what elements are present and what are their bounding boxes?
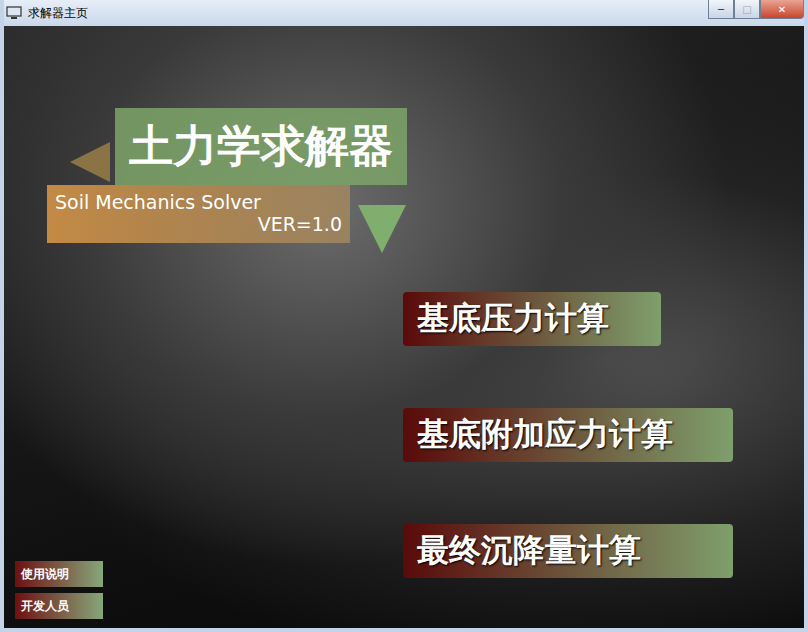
window-controls: ─□✕ xyxy=(708,0,804,19)
title-bar: 求解器主页 ─□✕ xyxy=(4,0,804,26)
menu-button[interactable]: 最终沉降量计算 xyxy=(403,524,733,578)
app-subtitle: Soil Mechanics Solver xyxy=(55,191,342,213)
menu: 基底压力计算基底附加应力计算最终沉降量计算 xyxy=(403,292,733,628)
computer-icon xyxy=(6,6,22,20)
footer-button[interactable]: 使用说明 xyxy=(15,561,103,587)
minimize-button[interactable]: ─ xyxy=(708,0,734,19)
close-button[interactable]: ✕ xyxy=(760,0,804,19)
triangle-icon xyxy=(358,205,406,253)
subtitle-box: Soil Mechanics SolverVER=1.0 xyxy=(47,185,350,243)
app-version: VER=1.0 xyxy=(55,213,342,235)
maximize-button[interactable]: □ xyxy=(734,0,760,19)
main-screen: 土力学求解器Soil Mechanics SolverVER=1.0使用说明开发… xyxy=(4,26,804,628)
footer-button[interactable]: 开发人员 xyxy=(15,593,103,619)
menu-button[interactable]: 基底压力计算 xyxy=(403,292,661,346)
window: 求解器主页─□✕土力学求解器Soil Mechanics SolverVER=1… xyxy=(0,0,808,632)
triangle-icon xyxy=(70,142,110,182)
window-title: 求解器主页 xyxy=(28,5,88,22)
app-header: 土力学求解器Soil Mechanics SolverVER=1.0 xyxy=(47,108,804,253)
app-title: 土力学求解器 xyxy=(115,108,407,185)
menu-button[interactable]: 基底附加应力计算 xyxy=(403,408,733,462)
footer-buttons: 使用说明开发人员 xyxy=(4,292,403,628)
